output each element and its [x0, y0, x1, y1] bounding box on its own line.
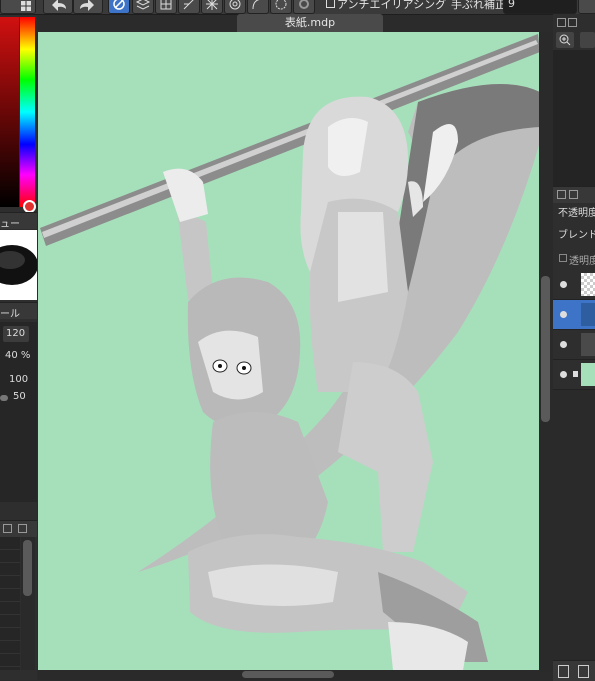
tool-panel-header: ール: [0, 302, 37, 320]
protect-alpha-toggle[interactable]: 透明度: [553, 247, 595, 269]
grid-icon[interactable]: [155, 0, 177, 14]
layer-thumbnail: [581, 273, 595, 296]
visibility-eye-icon[interactable]: [560, 341, 567, 348]
snap-line-icon[interactable]: [178, 0, 200, 14]
close-icon[interactable]: [557, 190, 566, 199]
stabilizer-value: 9: [508, 0, 515, 10]
layer-row[interactable]: [553, 330, 595, 360]
new-layer-icon[interactable]: [558, 665, 569, 678]
layer-thumbnail: [581, 363, 595, 386]
blend-mode-label: ブレンド: [558, 230, 595, 241]
brush-panel-header: ュー: [0, 212, 37, 230]
deselect-icon[interactable]: [108, 0, 130, 14]
visibility-eye-icon[interactable]: [560, 311, 567, 318]
checkbox-icon[interactable]: [326, 0, 335, 8]
toolbar: アンチエイリアシング 手ぶれ補正 9: [0, 0, 595, 15]
checkbox-icon[interactable]: [559, 254, 567, 262]
close-icon[interactable]: [3, 524, 12, 533]
stabilizer-label: 手ぶれ補正: [451, 0, 506, 11]
size-field[interactable]: 120: [3, 326, 29, 342]
layer-row[interactable]: [553, 360, 595, 390]
opacity-label: 不透明度: [558, 208, 595, 219]
layer-folder-icon: [581, 333, 595, 356]
layers-panel-header: [553, 186, 595, 203]
param2-value: 50: [13, 391, 26, 402]
snap-radial-icon[interactable]: [201, 0, 223, 14]
toolbar-more-button[interactable]: [578, 0, 595, 14]
lower-panel-header: [0, 520, 37, 537]
panel-header-icons: [555, 16, 577, 30]
hue-slider[interactable]: [20, 17, 35, 207]
layer-row-selected[interactable]: [553, 300, 595, 330]
param2-slider[interactable]: [0, 395, 8, 401]
navigator-zoom-in-icon[interactable]: [556, 32, 574, 48]
layer-row[interactable]: [553, 270, 595, 300]
brush-panel-title: ュー: [0, 219, 20, 230]
snap-ellipse-icon[interactable]: [270, 0, 292, 14]
undo-icon[interactable]: [43, 0, 73, 14]
close-icon[interactable]: [557, 18, 566, 27]
palette-scroll-thumb[interactable]: [23, 540, 32, 596]
color-saturation-box[interactable]: [0, 17, 19, 207]
new-folder-icon[interactable]: [578, 665, 589, 678]
redo-icon[interactable]: [73, 0, 103, 14]
layout-button[interactable]: [0, 0, 36, 14]
drawing-canvas[interactable]: [38, 32, 540, 670]
tool-settings-area: [0, 322, 37, 502]
param1-value: 100: [9, 374, 29, 385]
layer-list-empty: [553, 390, 595, 660]
tool-panel-title: ール: [0, 309, 20, 320]
settings-icon[interactable]: [293, 0, 315, 14]
lock-icon[interactable]: [573, 371, 578, 377]
popout-icon[interactable]: [569, 190, 578, 199]
layer-folder-icon: [581, 303, 595, 326]
snap-curve-icon[interactable]: [247, 0, 269, 14]
canvas-horizontal-scroll-thumb[interactable]: [242, 671, 334, 678]
brush-preview[interactable]: [0, 230, 38, 300]
layers-footer: [553, 660, 595, 681]
popout-icon[interactable]: [18, 524, 27, 533]
protect-alpha-label: 透明度: [569, 256, 595, 267]
navigator-rotate-icon[interactable]: [580, 32, 595, 48]
visibility-eye-icon[interactable]: [560, 281, 567, 288]
opacity-value: 40 %: [5, 350, 31, 361]
layers-icon[interactable]: [132, 0, 154, 14]
navigator-preview[interactable]: [553, 50, 595, 186]
snap-circle-icon[interactable]: [224, 0, 246, 14]
visibility-eye-icon[interactable]: [560, 371, 567, 378]
stabilizer-select[interactable]: 9: [503, 0, 577, 14]
antialias-toggle[interactable]: アンチエイリアシング: [326, 0, 446, 12]
size-value: 120: [6, 328, 26, 339]
palette-list[interactable]: [0, 537, 20, 670]
antialias-label: アンチエイリアシング: [337, 0, 447, 11]
document-tab[interactable]: 表紙.mdp: [237, 14, 383, 32]
canvas-vertical-scroll-thumb[interactable]: [541, 276, 550, 422]
popout-icon[interactable]: [568, 18, 577, 27]
